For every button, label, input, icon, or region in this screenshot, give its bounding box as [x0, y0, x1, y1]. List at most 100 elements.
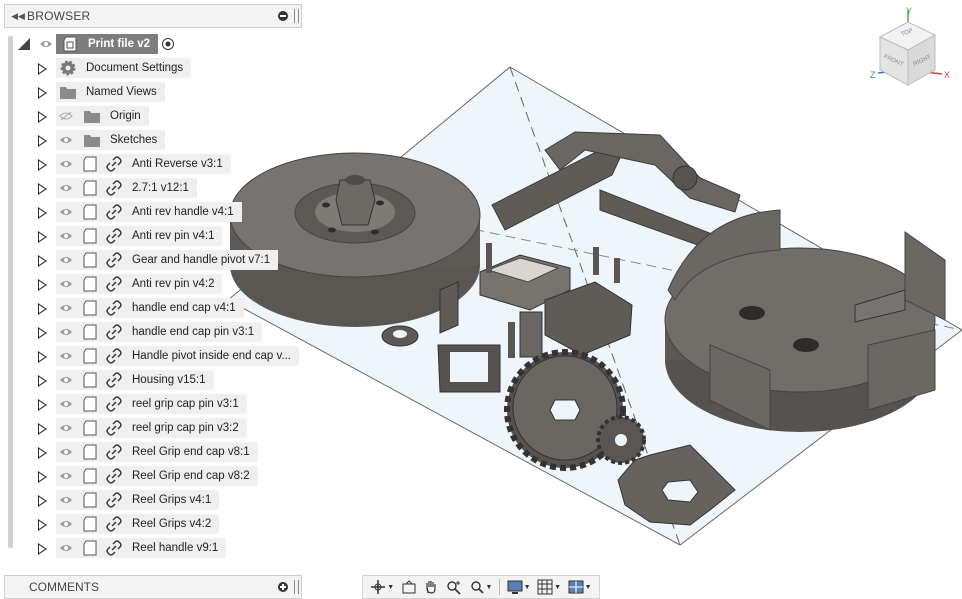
expand-triangle-icon[interactable] — [38, 87, 47, 99]
expand-triangle-icon[interactable] — [38, 159, 47, 171]
tree-item[interactable]: Document Settings — [38, 57, 192, 79]
visibility-eye-icon[interactable] — [56, 538, 76, 558]
browser-scrollbar[interactable] — [8, 36, 13, 548]
tree-item-body[interactable]: Reel Grips v4:1 — [56, 490, 220, 510]
expand-triangle-icon[interactable] — [38, 207, 47, 219]
tree-item-body[interactable]: reel grip cap pin v3:1 — [56, 394, 247, 414]
tree-item[interactable]: Anti rev handle v4:1 — [38, 201, 242, 223]
tree-item-body[interactable]: 2.7:1 v12:1 — [56, 178, 197, 198]
expand-triangle-icon[interactable] — [38, 255, 47, 267]
expand-triangle-icon[interactable] — [38, 303, 47, 315]
visibility-eye-icon[interactable] — [56, 514, 76, 534]
visibility-eye-icon[interactable] — [56, 226, 76, 246]
tree-item[interactable]: Reel Grips v4:1 — [38, 489, 220, 511]
visibility-eye-icon[interactable] — [56, 490, 76, 510]
visibility-eye-icon[interactable] — [56, 202, 76, 222]
tree-item[interactable]: Handle pivot inside end cap v... — [38, 345, 299, 367]
tree-item[interactable]: Origin — [38, 105, 149, 127]
visibility-eye-icon[interactable] — [56, 274, 76, 294]
tree-item[interactable]: Anti rev pin v4:2 — [38, 273, 223, 295]
expand-triangle-icon[interactable] — [38, 471, 47, 483]
tree-item[interactable]: Reel handle v9:1 — [38, 537, 227, 559]
browser-header[interactable]: ◀◀ BROWSER — [4, 4, 302, 28]
expand-triangle-icon[interactable] — [38, 495, 47, 507]
tree-item[interactable]: Housing v15:1 — [38, 369, 214, 391]
minimize-panel-icon[interactable] — [278, 11, 288, 21]
visibility-eye-icon[interactable] — [36, 34, 56, 54]
tree-item-body[interactable]: Sketches — [56, 130, 166, 150]
tree-item-body[interactable]: Anti rev pin v4:1 — [56, 226, 223, 246]
add-comment-icon[interactable] — [278, 582, 288, 592]
tree-item[interactable]: Named Views — [38, 81, 165, 103]
collapse-triangle-icon[interactable] — [18, 38, 30, 50]
expand-triangle-icon[interactable] — [38, 351, 47, 363]
tree-item-body[interactable]: Named Views — [56, 82, 165, 102]
expand-triangle-icon[interactable] — [38, 543, 47, 555]
visibility-eye-icon[interactable] — [56, 130, 76, 150]
visibility-eye-icon[interactable] — [56, 346, 76, 366]
tree-item-body[interactable]: Document Settings — [56, 58, 192, 78]
viewcube-right-label[interactable]: RIGHT — [913, 54, 932, 67]
tree-item[interactable]: reel grip cap pin v3:1 — [38, 393, 247, 415]
collapse-panel-icon[interactable]: ◀◀ — [9, 11, 27, 22]
tree-item-body[interactable]: handle end cap v4:1 — [56, 298, 244, 318]
visibility-eye-icon[interactable] — [56, 442, 76, 462]
visibility-eye-icon[interactable] — [56, 370, 76, 390]
expand-triangle-icon[interactable] — [38, 519, 47, 531]
grid-icon[interactable]: ▼ — [537, 577, 561, 597]
look-at-icon[interactable] — [401, 577, 417, 597]
expand-triangle-icon[interactable] — [38, 183, 47, 195]
tree-item[interactable]: Anti Reverse v3:1 — [38, 153, 231, 175]
tree-item-body[interactable]: Housing v15:1 — [56, 370, 214, 390]
tree-item-body[interactable]: Reel Grip end cap v8:1 — [56, 442, 258, 462]
tree-item[interactable]: Anti rev pin v4:1 — [38, 225, 223, 247]
activate-radio-icon[interactable] — [158, 34, 178, 54]
tree-item[interactable]: Gear and handle pivot v7:1 — [38, 249, 279, 271]
visibility-eye-icon[interactable] — [56, 250, 76, 270]
panel-grip-icon[interactable] — [294, 580, 299, 594]
viewcube-front-label[interactable]: FRONT — [883, 54, 904, 68]
visibility-hidden-icon[interactable] — [56, 106, 76, 126]
expand-triangle-icon[interactable] — [38, 63, 47, 75]
tree-root-row[interactable]: Print file v2 — [18, 33, 178, 55]
tree-item[interactable]: 2.7:1 v12:1 — [38, 177, 197, 199]
tree-item-body[interactable]: Reel Grips v4:2 — [56, 514, 220, 534]
tree-item-body[interactable]: Reel handle v9:1 — [56, 538, 227, 558]
tree-item-body[interactable]: Reel Grip end cap v8:2 — [56, 466, 258, 486]
viewcube-top-label[interactable]: TOP — [900, 28, 914, 38]
fit-icon[interactable]: ▼ — [469, 577, 492, 597]
expand-triangle-icon[interactable] — [38, 423, 47, 435]
visibility-eye-icon[interactable] — [56, 178, 76, 198]
gear-small[interactable] — [596, 415, 646, 465]
tree-item-body[interactable]: Gear and handle pivot v7:1 — [56, 250, 279, 270]
visibility-eye-icon[interactable] — [56, 298, 76, 318]
expand-triangle-icon[interactable] — [38, 279, 47, 291]
expand-triangle-icon[interactable] — [38, 231, 47, 243]
tree-item[interactable]: reel grip cap pin v3:2 — [38, 417, 247, 439]
viewports-icon[interactable]: ▼ — [568, 577, 592, 597]
active-document[interactable]: Print file v2 — [56, 34, 158, 54]
zoom-icon[interactable] — [446, 577, 462, 597]
tree-item-body[interactable]: Handle pivot inside end cap v... — [56, 346, 299, 366]
tree-item[interactable]: handle end cap pin v3:1 — [38, 321, 263, 343]
tree-item[interactable]: Reel Grip end cap v8:2 — [38, 465, 258, 487]
expand-triangle-icon[interactable] — [38, 447, 47, 459]
visibility-eye-icon[interactable] — [56, 154, 76, 174]
tree-item-body[interactable]: reel grip cap pin v3:2 — [56, 418, 247, 438]
tree-item-body[interactable]: Anti rev pin v4:2 — [56, 274, 223, 294]
tree-item-body[interactable]: handle end cap pin v3:1 — [56, 322, 263, 342]
tree-item-body[interactable]: Origin — [56, 106, 149, 126]
tree-item[interactable]: Reel Grips v4:2 — [38, 513, 220, 535]
tree-item[interactable]: Reel Grip end cap v8:1 — [38, 441, 258, 463]
visibility-eye-icon[interactable] — [56, 394, 76, 414]
tree-item[interactable]: Sketches — [38, 129, 166, 151]
display-settings-icon[interactable]: ▼ — [507, 577, 531, 597]
visibility-eye-icon[interactable] — [56, 466, 76, 486]
tree-item[interactable]: handle end cap v4:1 — [38, 297, 244, 319]
orbit-icon[interactable]: ▼ — [370, 577, 394, 597]
expand-triangle-icon[interactable] — [38, 111, 47, 123]
comments-bar[interactable]: COMMENTS — [4, 575, 302, 599]
expand-triangle-icon[interactable] — [38, 399, 47, 411]
panel-grip-icon[interactable] — [294, 9, 299, 23]
visibility-eye-icon[interactable] — [56, 418, 76, 438]
